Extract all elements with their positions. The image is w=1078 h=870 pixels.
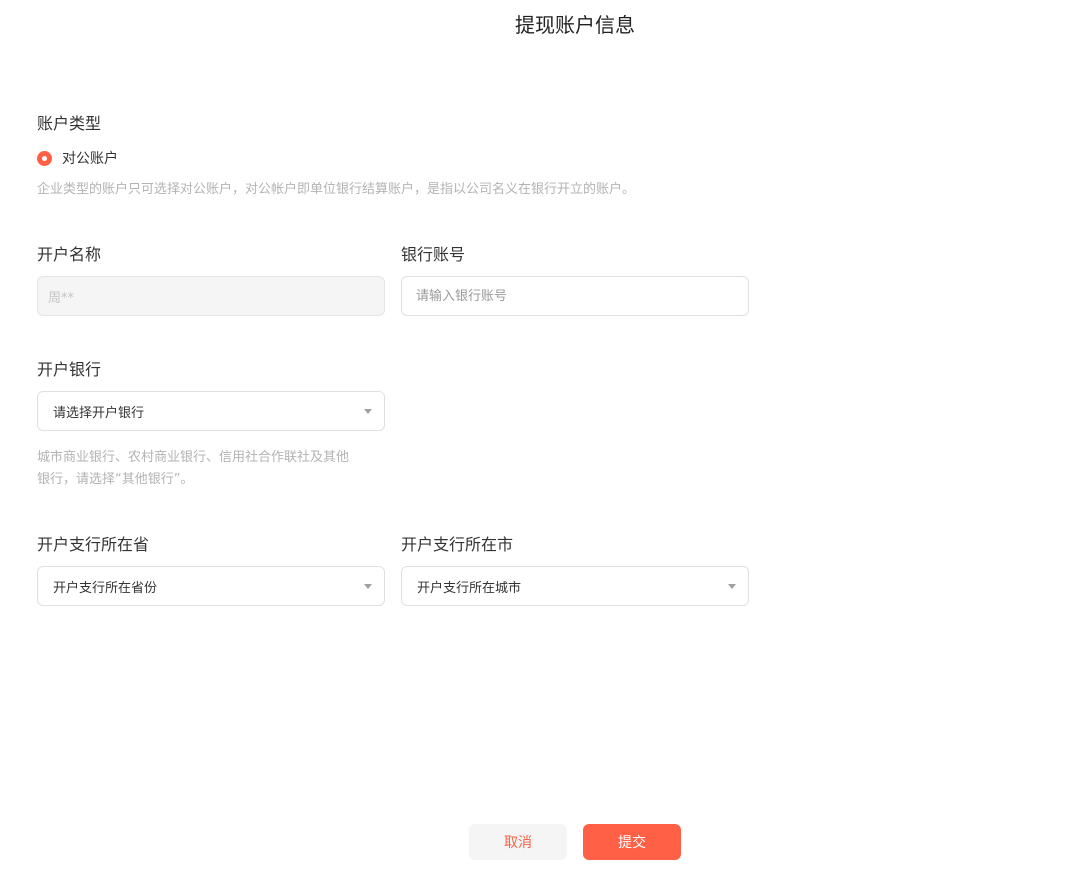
account-name-field xyxy=(37,276,385,316)
account-type-radio-option[interactable]: 对公账户 xyxy=(37,147,118,169)
bank-account-label: 银行账号 xyxy=(401,245,466,264)
radio-dot xyxy=(42,155,47,161)
submit-button[interactable]: 提交 xyxy=(583,824,681,860)
city-label: 开户支行所在市 xyxy=(401,535,514,554)
caret-down-icon xyxy=(364,584,372,589)
city-select-value: 开户支行所在城市 xyxy=(417,580,522,596)
province-select[interactable]: 开户支行所在省份 xyxy=(37,566,385,606)
page-title: 提现账户信息 xyxy=(515,13,635,37)
caret-down-icon xyxy=(728,584,736,589)
province-label: 开户支行所在省 xyxy=(37,535,150,554)
account-type-option-label: 对公账户 xyxy=(62,151,118,167)
cancel-button[interactable]: 取消 xyxy=(469,824,567,860)
account-type-label: 账户类型 xyxy=(37,114,102,133)
bank-account-input[interactable] xyxy=(401,276,749,316)
city-select[interactable]: 开户支行所在城市 xyxy=(401,566,749,606)
bank-label: 开户银行 xyxy=(37,360,102,379)
bank-select[interactable]: 请选择开户银行 xyxy=(37,391,385,431)
caret-down-icon xyxy=(364,409,372,414)
province-select-value: 开户支行所在省份 xyxy=(53,580,158,596)
bank-select-value: 请选择开户银行 xyxy=(53,405,145,421)
bank-hint-line2: 银行，请选择“其他银行”。 xyxy=(37,472,194,487)
account-type-hint: 企业类型的账户只可选择对公账户，对公帐户即单位银行结算账户，是指以公司名义在银行… xyxy=(37,182,636,197)
radio-checked-icon[interactable] xyxy=(37,150,52,166)
account-name-label: 开户名称 xyxy=(37,245,102,264)
bank-hint-line1: 城市商业银行、农村商业银行、信用社合作联社及其他 xyxy=(37,450,350,465)
